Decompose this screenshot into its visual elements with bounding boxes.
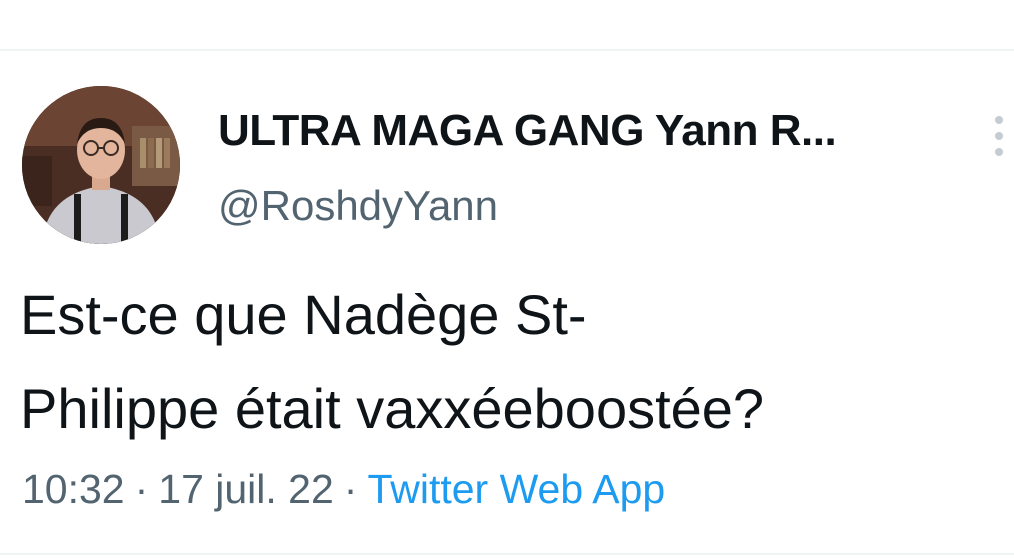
avatar[interactable]: [22, 86, 180, 244]
author-display-name[interactable]: ULTRA MAGA GANG Yann R...: [218, 106, 837, 156]
bottom-divider: [0, 553, 1014, 555]
author-handle[interactable]: @RoshdyYann: [218, 182, 498, 230]
tweet-date[interactable]: 17 juil. 22: [158, 466, 334, 512]
tweet-metadata: 10:32 · 17 juil. 22 · Twitter Web App: [22, 466, 665, 513]
tweet-text-line: Est-ce que Nadège St-: [20, 283, 587, 346]
meta-separator: ·: [134, 466, 149, 512]
top-divider: [0, 49, 1014, 51]
tweet-source-link[interactable]: Twitter Web App: [367, 466, 665, 512]
more-options-button[interactable]: [984, 114, 1014, 158]
tweet-time[interactable]: 10:32: [22, 466, 125, 512]
meta-separator: ·: [343, 466, 358, 512]
avatar-photo: [22, 86, 180, 244]
tweet-text-line: Philippe était vaxxéeboostée?: [20, 377, 765, 440]
tweet-text: Est-ce que Nadège St- Philippe était vax…: [20, 268, 1014, 456]
